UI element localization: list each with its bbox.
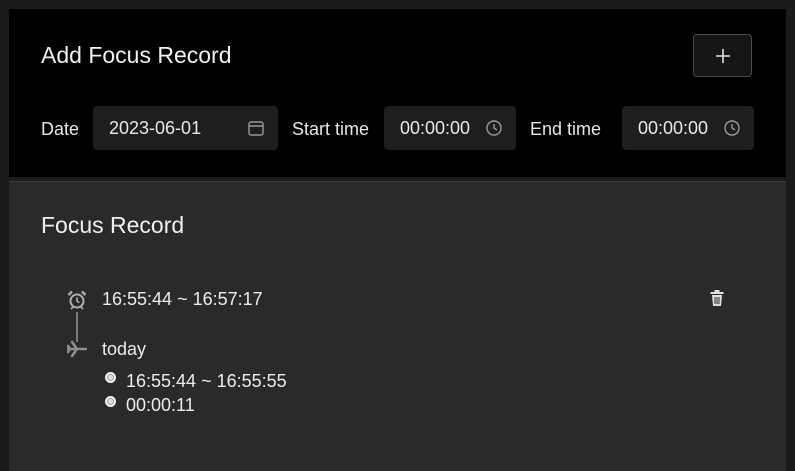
start-time-field[interactable]: 00:00:00 [384,106,516,150]
session-bullet [105,372,116,383]
date-value: 2023-06-01 [109,117,202,138]
focus-record-card: Focus Record 16:55:44 ~ 16:57:17 today 1… [9,181,786,471]
session-bullet [105,396,116,407]
alarm-clock-icon [65,288,89,312]
session-duration: 00:00:11 [126,395,195,415]
end-time-field[interactable]: 00:00:00 [622,106,754,150]
clock-icon[interactable] [484,118,504,138]
end-time-value: 00:00:00 [638,117,709,138]
plus-icon [715,48,730,63]
date-field[interactable]: 2023-06-01 [93,106,278,150]
calendar-icon[interactable] [246,118,266,138]
session-time-range: 16:55:44 ~ 16:55:55 [126,371,287,391]
end-time-label: End time [530,119,602,139]
start-time-value: 00:00:00 [400,117,471,138]
record-time-range: 16:55:44 ~ 16:57:17 [102,289,263,309]
record-day-label: today [102,339,147,359]
add-focus-record-title: Add Focus Record [41,42,232,68]
add-focus-record-card: Add Focus Record Date 2023-06-01 Start t… [9,9,786,177]
start-time-label: Start time [292,119,370,139]
focus-record-title: Focus Record [41,212,185,238]
airplane-icon [66,338,88,360]
date-label: Date [41,119,80,139]
add-record-button[interactable] [693,34,752,77]
clock-icon[interactable] [722,118,742,138]
trash-icon[interactable] [707,288,727,308]
